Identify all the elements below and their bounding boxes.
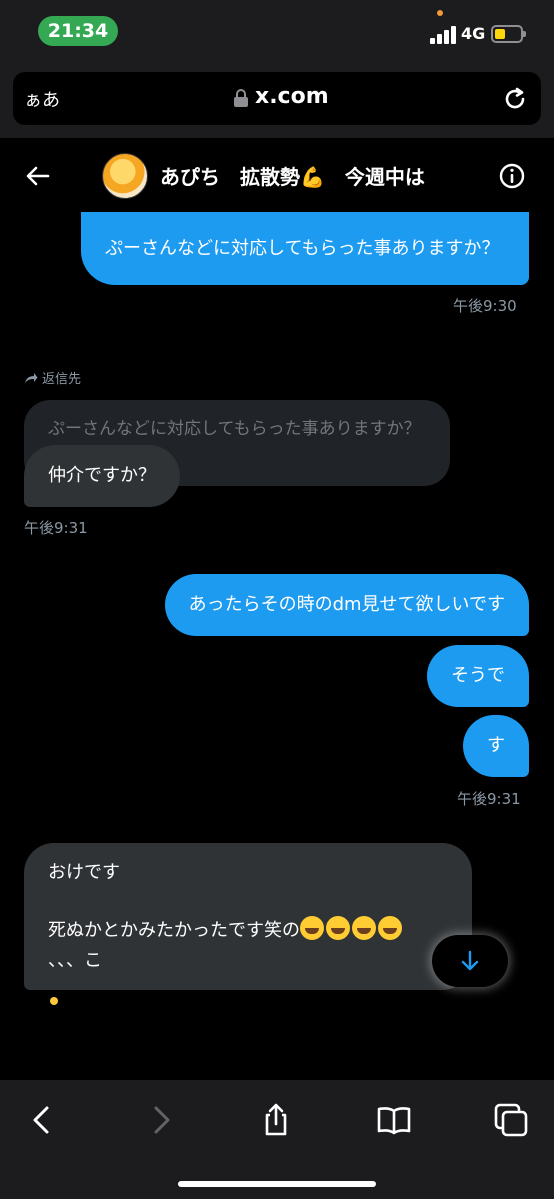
message-text-line: 死ぬかとかみたかったです笑の — [48, 916, 448, 946]
message-text-line: 、、、こ — [48, 950, 102, 971]
message-text: す — [487, 735, 505, 756]
message-timestamp: 午後9:30 — [453, 297, 517, 315]
lock-icon — [234, 89, 248, 107]
received-message[interactable]: おけです 死ぬかとかみたかったです笑の 、、、こ — [24, 843, 472, 990]
grinning-squint-emoji — [378, 916, 402, 940]
grinning-squint-emoji — [352, 916, 376, 940]
sent-message[interactable]: ぷーさんなどに対応してもらった事ありますか？ — [81, 212, 529, 285]
browser-address-bar: ぁあ x.com — [0, 62, 554, 138]
info-icon[interactable] — [498, 162, 526, 190]
status-time: 21:34 — [38, 16, 118, 46]
message-text: そうで — [451, 665, 505, 686]
sent-message[interactable]: す — [463, 715, 529, 777]
grinning-squint-emoji — [326, 916, 350, 940]
message-timestamp: 午後9:31 — [457, 790, 521, 808]
tabs-icon[interactable] — [493, 1102, 529, 1138]
reply-arrow-icon — [25, 373, 38, 383]
message-text: ぷーさんなどに対応してもらった事ありますか？ — [105, 237, 500, 259]
sent-message[interactable]: そうで — [427, 645, 529, 707]
reply-to-label: 返信先 — [24, 368, 81, 387]
share-icon[interactable] — [258, 1102, 294, 1138]
message-timestamp: 午後9:31 — [24, 519, 88, 537]
browser-back-icon[interactable] — [24, 1102, 60, 1138]
network-type: 4G — [461, 24, 486, 43]
typing-indicator — [50, 997, 58, 1005]
status-bar: 21:34 4G — [0, 0, 554, 62]
back-arrow-icon[interactable] — [24, 162, 52, 190]
privacy-indicator-dot — [437, 10, 443, 16]
reload-icon[interactable] — [500, 84, 530, 114]
scroll-to-bottom-button[interactable] — [432, 935, 508, 987]
message-text-line: おけです — [48, 862, 120, 883]
avatar[interactable] — [102, 153, 148, 199]
url-domain: x.com — [255, 84, 329, 109]
bookmarks-icon[interactable] — [376, 1102, 412, 1138]
quoted-text: ぷーさんなどに対応してもらった事ありますか？ — [48, 419, 421, 439]
home-indicator — [178, 1181, 376, 1187]
signal-icon — [430, 26, 456, 44]
grinning-squint-emoji — [300, 916, 324, 940]
chat-header: あぴち 拡散勢💪 今週中は — [0, 138, 554, 214]
browser-forward-icon[interactable] — [143, 1102, 179, 1138]
message-text: 仲介ですか？ — [48, 465, 156, 486]
chat-title[interactable]: あぴち 拡散勢💪 今週中は — [160, 161, 450, 190]
sent-message[interactable]: あったらその時のdm見せて欲しいです — [164, 574, 529, 636]
battery-icon — [491, 25, 526, 43]
url-field[interactable]: ぁあ x.com — [13, 72, 541, 125]
message-text: あったらその時のdm見せて欲しいです — [188, 594, 505, 615]
received-message[interactable]: 仲介ですか？ — [24, 445, 180, 507]
text-size-button[interactable]: ぁあ — [24, 86, 60, 112]
scroll-down-icon — [461, 950, 479, 971]
